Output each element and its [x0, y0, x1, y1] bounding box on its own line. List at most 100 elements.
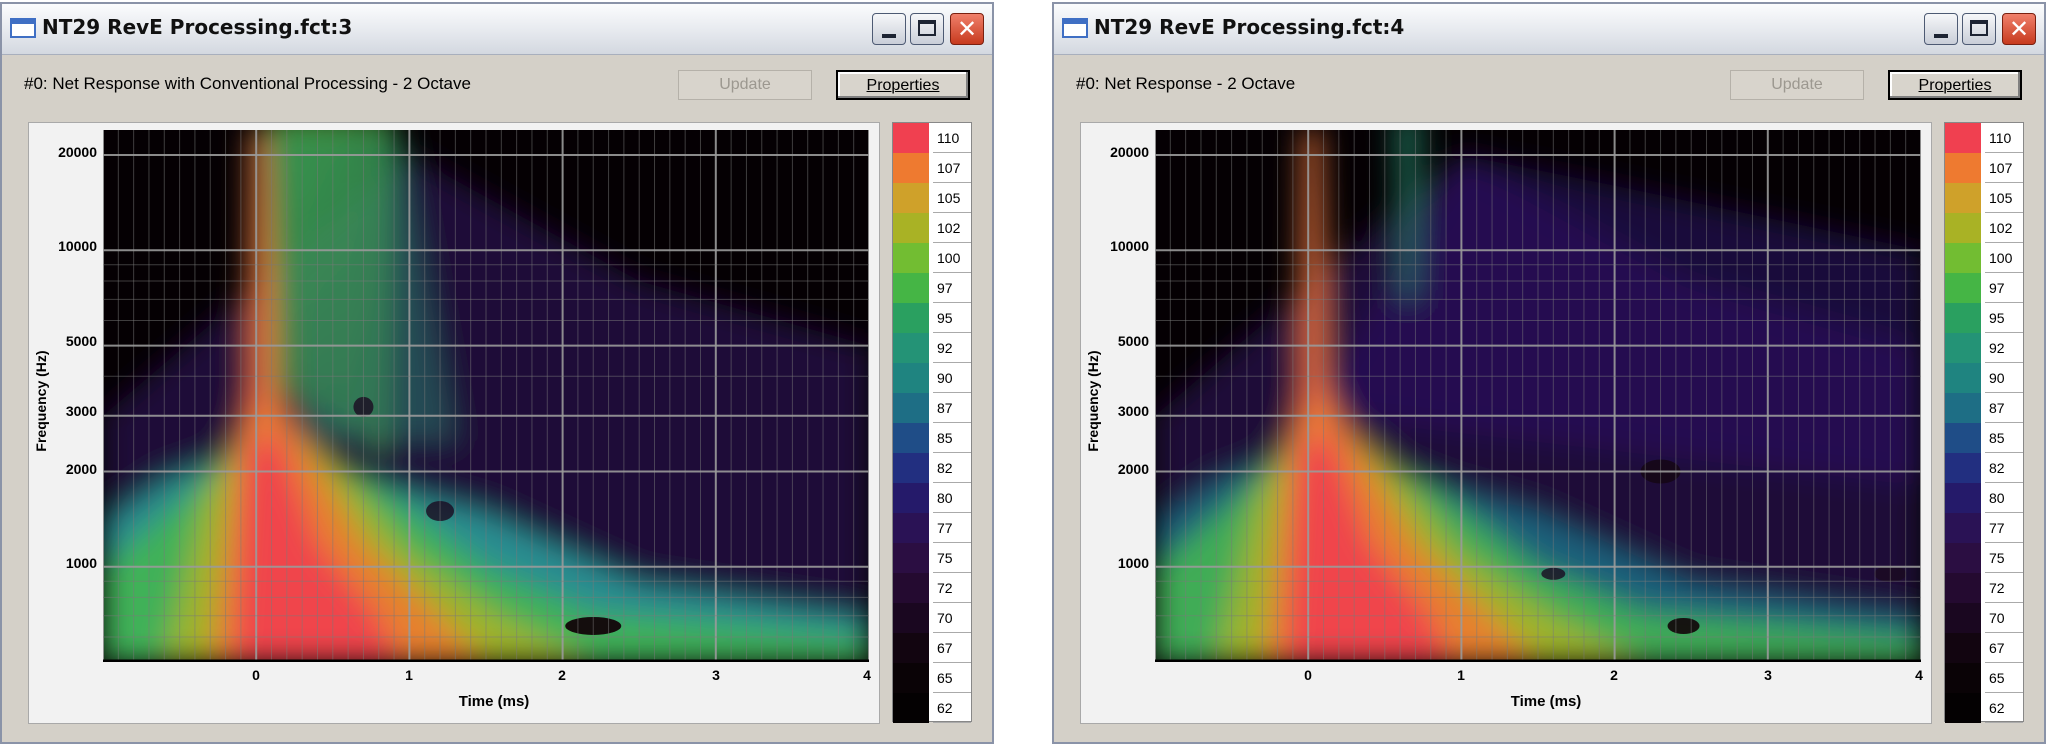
colorbar-label: 85 — [933, 423, 971, 453]
colorbar-step: 95 — [1945, 303, 2023, 333]
colorbar-swatch — [893, 273, 929, 303]
colorbar-step: 77 — [1945, 513, 2023, 543]
colorbar-swatch — [893, 543, 929, 573]
colorbar-label: 97 — [933, 273, 971, 303]
colorbar-swatch — [1945, 393, 1981, 423]
chart-frame: Frequency (Hz) 20000 10000 5000 3000 200… — [1080, 122, 1932, 724]
heatmap-plot[interactable] — [103, 130, 869, 662]
colorbar-label: 95 — [1985, 303, 2023, 333]
title-bar[interactable]: NT29 RevE Processing.fct:3 ✕ — [2, 4, 992, 55]
maximize-button[interactable] — [910, 13, 944, 45]
colorbar-swatch — [1945, 513, 1981, 543]
colorbar-swatch — [1945, 153, 1981, 183]
colorbar-label: 105 — [1985, 183, 2023, 213]
null-notch — [1667, 617, 1700, 634]
colorbar-swatch — [1945, 603, 1981, 633]
colorbar-step: 62 — [1945, 693, 2023, 723]
y-tick-label: 20000 — [1110, 144, 1149, 160]
colorbar-step: 77 — [893, 513, 971, 543]
colorbar-label: 107 — [1985, 153, 2023, 183]
maximize-icon — [1970, 20, 1988, 36]
colorbar-label: 77 — [1985, 513, 2023, 543]
colorbar-step: 82 — [893, 453, 971, 483]
colorbar-step: 62 — [893, 693, 971, 723]
x-tick-label: 3 — [712, 667, 720, 683]
colorbar-label: 110 — [1985, 123, 2023, 153]
y-tick-label: 5000 — [65, 333, 97, 349]
colorbar-label: 72 — [1985, 573, 2023, 603]
colorbar-label: 80 — [933, 483, 971, 513]
colorbar-swatch — [893, 153, 929, 183]
colorbar-swatch — [893, 573, 929, 603]
heatmap-plot[interactable] — [1155, 130, 1921, 662]
close-button[interactable]: ✕ — [950, 13, 984, 45]
y-tick-label: 2000 — [1117, 461, 1149, 477]
y-tick-label: 3000 — [65, 403, 97, 419]
colorbar-step: 65 — [893, 663, 971, 693]
colorbar-step: 65 — [1945, 663, 2023, 693]
minimize-button[interactable] — [872, 13, 906, 45]
colorbar-step: 110 — [1945, 123, 2023, 153]
colorbar: 110 107 105 102 100 97 95 92 90 87 85 82 80 77 75 72 70 6… — [1944, 122, 2024, 723]
x-tick-label: 1 — [405, 667, 413, 683]
minimize-icon — [882, 34, 896, 38]
colorbar-swatch — [1945, 363, 1981, 393]
chart-caption: #0: Net Response - 2 Octave — [1076, 74, 1296, 93]
x-axis-label: Time (ms) — [1510, 693, 1582, 710]
title-bar[interactable]: NT29 RevE Processing.fct:4 ✕ — [1054, 4, 2044, 55]
y-tick-label: 2000 — [65, 461, 97, 477]
colorbar-step: 75 — [893, 543, 971, 573]
x-tick-label: 2 — [1610, 667, 1618, 683]
colorbar: 110 107 105 102 100 97 95 92 90 87 85 82 80 77 75 72 70 6… — [892, 122, 972, 723]
update-button[interactable]: Update — [1730, 70, 1864, 100]
y-tick-label: 1000 — [1117, 555, 1149, 571]
colorbar-label: 95 — [933, 303, 971, 333]
properties-button[interactable]: Properties — [836, 70, 970, 100]
colorbar-label: 97 — [1985, 273, 2023, 303]
colorbar-swatch — [893, 603, 929, 633]
colorbar-label: 102 — [933, 213, 971, 243]
colorbar-step: 105 — [1945, 183, 2023, 213]
colorbar-swatch — [1945, 693, 1981, 723]
colorbar-swatch — [893, 483, 929, 513]
colorbar-step: 75 — [1945, 543, 2023, 573]
colorbar-step: 87 — [1945, 393, 2023, 423]
properties-button[interactable]: Properties — [1888, 70, 2022, 100]
heatmap-svg — [1155, 130, 1921, 662]
chart-caption: #0: Net Response with Conventional Proce… — [24, 74, 471, 93]
colorbar-label: 87 — [1985, 393, 2023, 423]
colorbar-label: 92 — [1985, 333, 2023, 363]
colorbar-label: 70 — [933, 603, 971, 633]
x-tick-label: 3 — [1764, 667, 1772, 683]
colorbar-step: 87 — [893, 393, 971, 423]
colorbar-swatch — [893, 453, 929, 483]
colorbar-label: 100 — [933, 243, 971, 273]
x-axis-label: Time (ms) — [458, 693, 530, 710]
colorbar-swatch — [1945, 183, 1981, 213]
y-tick-label: 10000 — [1110, 238, 1149, 254]
colorbar-label: 65 — [933, 663, 971, 693]
colorbar-label: 72 — [933, 573, 971, 603]
colorbar-swatch — [893, 303, 929, 333]
colorbar-label: 65 — [1985, 663, 2023, 693]
colorbar-step: 102 — [893, 213, 971, 243]
update-button[interactable]: Update — [678, 70, 812, 100]
colorbar-swatch — [893, 393, 929, 423]
maximize-icon — [918, 20, 936, 36]
colorbar-label: 85 — [1985, 423, 2023, 453]
heatmap-svg — [103, 130, 869, 662]
colorbar-label: 102 — [1985, 213, 2023, 243]
colorbar-swatch — [893, 693, 929, 723]
colorbar-label: 67 — [933, 633, 971, 663]
minimize-button[interactable] — [1924, 13, 1958, 45]
window-1: NT29 RevE Processing.fct:3 ✕ #0: Net Res… — [0, 2, 994, 744]
colorbar-step: 70 — [1945, 603, 2023, 633]
colorbar-swatch — [1945, 423, 1981, 453]
colorbar-swatch — [1945, 333, 1981, 363]
maximize-button[interactable] — [1962, 13, 1996, 45]
y-tick-label: 5000 — [1117, 333, 1149, 349]
colorbar-swatch — [893, 513, 929, 543]
colorbar-step: 100 — [893, 243, 971, 273]
close-icon: ✕ — [956, 15, 978, 43]
close-button[interactable]: ✕ — [2002, 13, 2036, 45]
